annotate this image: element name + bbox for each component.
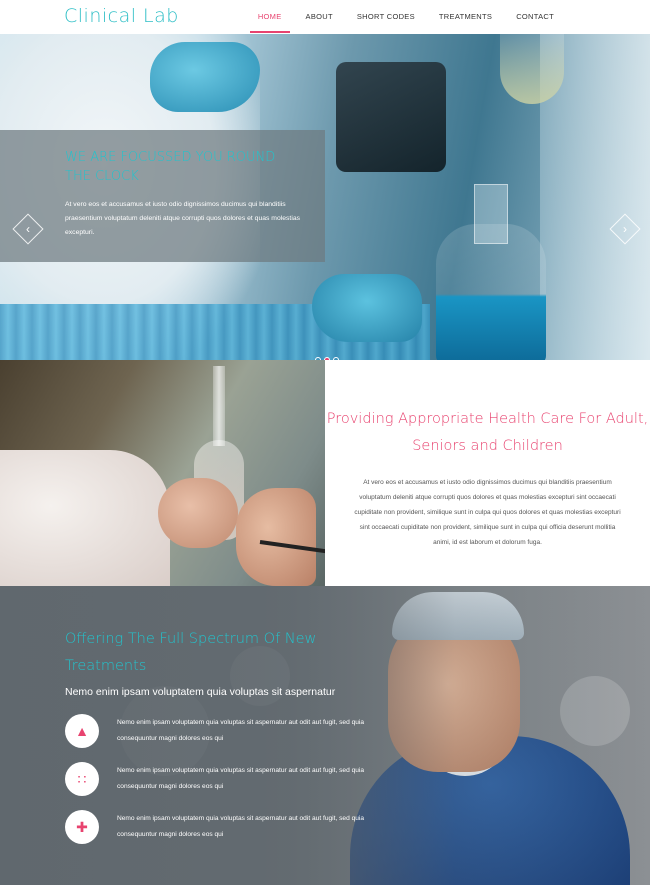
menu-item-contact[interactable]: CONTACT — [504, 0, 566, 34]
care-photo — [0, 360, 325, 586]
hero-text: At vero eos et accusamus et iusto odio d… — [65, 201, 301, 236]
sitemap-icon: ∷ — [65, 762, 99, 796]
photo-vial-neck — [213, 366, 225, 446]
hero-title: WE ARE FOCUSSED YOU ROUND THE CLOCK — [65, 150, 276, 184]
service-item: ∷ Nemo enim ipsam voluptatem quia volupt… — [65, 762, 365, 802]
service-text: Nemo enim ipsam voluptatem quia voluptas… — [117, 815, 365, 838]
service-item: ▲ Nemo enim ipsam voluptatem quia volupt… — [65, 714, 365, 754]
menu-item-home[interactable]: HOME — [246, 0, 294, 34]
service-item: ✚ Nemo enim ipsam voluptatem quia volupt… — [65, 810, 365, 850]
medical-cross-icon: ✚ — [65, 810, 99, 844]
service-text: Nemo enim ipsam voluptatem quia voluptas… — [117, 719, 365, 742]
photo-hand-right — [236, 488, 316, 586]
graduation-cap-icon: ▲ — [65, 714, 99, 748]
treatments-title: Offering The Full Spectrum Of New Treatm… — [65, 631, 317, 674]
hero-photo-microscope — [336, 62, 446, 172]
photo-hand-left — [158, 478, 238, 548]
care-section: Providing Appropriate Health Care For Ad… — [325, 360, 650, 586]
treatments-section: Offering The Full Spectrum Of New Treatm… — [0, 586, 650, 885]
hero-photo-glove-lower — [312, 274, 422, 342]
chevron-left-icon: ‹ — [26, 222, 30, 236]
treatments-subtitle: Nemo enim ipsam voluptatem quia voluptas… — [65, 686, 336, 698]
hero-caption-box: WE ARE FOCUSSED YOU ROUND THE CLOCK At v… — [0, 130, 325, 262]
service-text: Nemo enim ipsam voluptatem quia voluptas… — [117, 767, 365, 790]
top-navbar: Clinical Lab HOME ABOUT SHORT CODES TREA… — [0, 0, 650, 34]
photo-sleeve — [0, 450, 170, 586]
care-title: Providing Appropriate Health Care For Ad… — [326, 411, 649, 454]
site-logo[interactable]: Clinical Lab — [64, 5, 179, 27]
hero-photo-glove — [150, 42, 260, 112]
hero-slider: WE ARE FOCUSSED YOU ROUND THE CLOCK At v… — [0, 34, 650, 360]
menu-item-about[interactable]: ABOUT — [294, 0, 345, 34]
chevron-right-icon: › — [623, 222, 627, 236]
care-body: At vero eos et accusamus et iusto odio d… — [354, 479, 621, 546]
hero-photo-flask — [436, 224, 546, 360]
menu-item-treatments[interactable]: TREATMENTS — [427, 0, 504, 34]
hero-photo-flask-top — [500, 34, 564, 104]
menu-item-short-codes[interactable]: SHORT CODES — [345, 0, 427, 34]
main-menu: HOME ABOUT SHORT CODES TREATMENTS CONTAC… — [246, 0, 566, 34]
